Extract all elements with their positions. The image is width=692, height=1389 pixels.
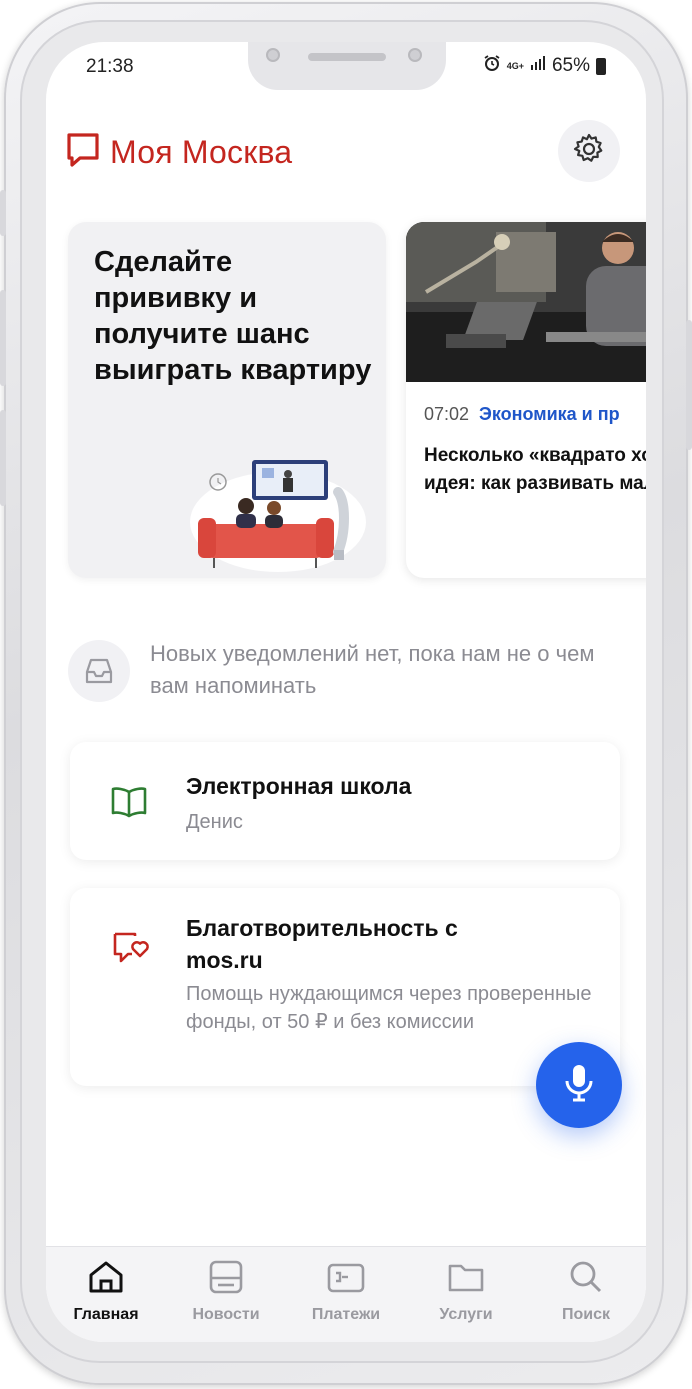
service-card-school[interactable]: Электронная школа Денис <box>70 742 620 860</box>
nav-label: Главная <box>73 1306 139 1323</box>
signal-icon <box>530 55 546 77</box>
search-icon <box>568 1259 604 1300</box>
vaccination-promo-card[interactable]: Сделайте прививку и получите шанс выигра… <box>68 222 386 578</box>
side-button <box>0 290 6 386</box>
open-book-icon <box>110 786 148 823</box>
microphone-icon <box>564 1063 594 1108</box>
nav-item-payments[interactable]: Платежи <box>286 1247 406 1342</box>
news-photo <box>406 222 646 382</box>
news-card[interactable]: 07:02 Экономика и пр Несколько «квадрато … <box>406 222 646 578</box>
nav-label: Платежи <box>311 1306 381 1323</box>
service-title: Благотворительность с mos.ru <box>186 915 458 973</box>
nav-item-search[interactable]: Поиск <box>526 1247 646 1342</box>
service-title: Электронная школа <box>186 773 412 799</box>
service-subtitle: Денис <box>186 811 243 833</box>
nav-item-services[interactable]: Услуги <box>406 1247 526 1342</box>
bottom-navigation: Главная Новости Платежи Услуги Поиск <box>46 1246 646 1342</box>
app-screen: 21:38 4G+ 65% Моя Москва Сделайте привив <box>46 42 646 1342</box>
folder-icon <box>447 1259 485 1300</box>
notifications-empty-state: Новых уведомлений нет, пока нам не о чем… <box>68 638 628 704</box>
battery-percent: 65% <box>551 55 590 76</box>
voice-assistant-button[interactable] <box>536 1042 622 1128</box>
service-subtitle: Помощь нуждающимся через проверенные фон… <box>186 983 592 1033</box>
nav-label: Поиск <box>561 1306 610 1323</box>
nav-item-news[interactable]: Новости <box>166 1247 286 1342</box>
inbox-icon <box>68 640 130 702</box>
settings-button[interactable] <box>558 120 620 182</box>
status-time: 21:38 <box>86 56 134 77</box>
news-category[interactable]: Экономика и пр <box>479 404 620 424</box>
news-meta: 07:02 Экономика и пр <box>424 404 620 425</box>
home-icon <box>87 1259 125 1300</box>
battery-icon <box>596 57 606 75</box>
news-time: 07:02 <box>424 404 470 424</box>
camera-icon <box>408 48 422 62</box>
alarm-icon <box>483 54 501 78</box>
side-button <box>686 320 692 450</box>
promo-title: Сделайте прививку и получите шанс выигра… <box>94 246 372 386</box>
news-icon <box>208 1259 244 1300</box>
service-card-charity[interactable]: Благотворительность с mos.ru Помощь нужд… <box>70 888 620 1086</box>
camera-icon <box>266 48 280 62</box>
side-button <box>0 190 6 236</box>
promo-illustration <box>190 460 366 572</box>
nav-label: Услуги <box>439 1306 493 1323</box>
gear-icon <box>571 131 607 172</box>
nav-item-home[interactable]: Главная <box>46 1247 166 1342</box>
news-title: Несколько «квадрато хорошая идея: как ра… <box>424 445 646 494</box>
status-bar-right: 4G+ 65% <box>483 54 606 78</box>
speech-bubble-icon <box>66 132 100 173</box>
heart-message-icon <box>110 930 152 973</box>
phone-notch <box>248 42 446 90</box>
nav-label: Новости <box>192 1306 260 1323</box>
speaker-grille <box>308 53 386 61</box>
wallet-icon <box>326 1259 366 1300</box>
side-button <box>0 410 6 506</box>
app-title: Моя Москва <box>110 134 293 170</box>
notification-text: Новых уведомлений нет, пока нам не о чем… <box>150 641 595 698</box>
app-header: Моя Москва <box>66 132 292 173</box>
network-type: 4G+ <box>506 60 524 71</box>
